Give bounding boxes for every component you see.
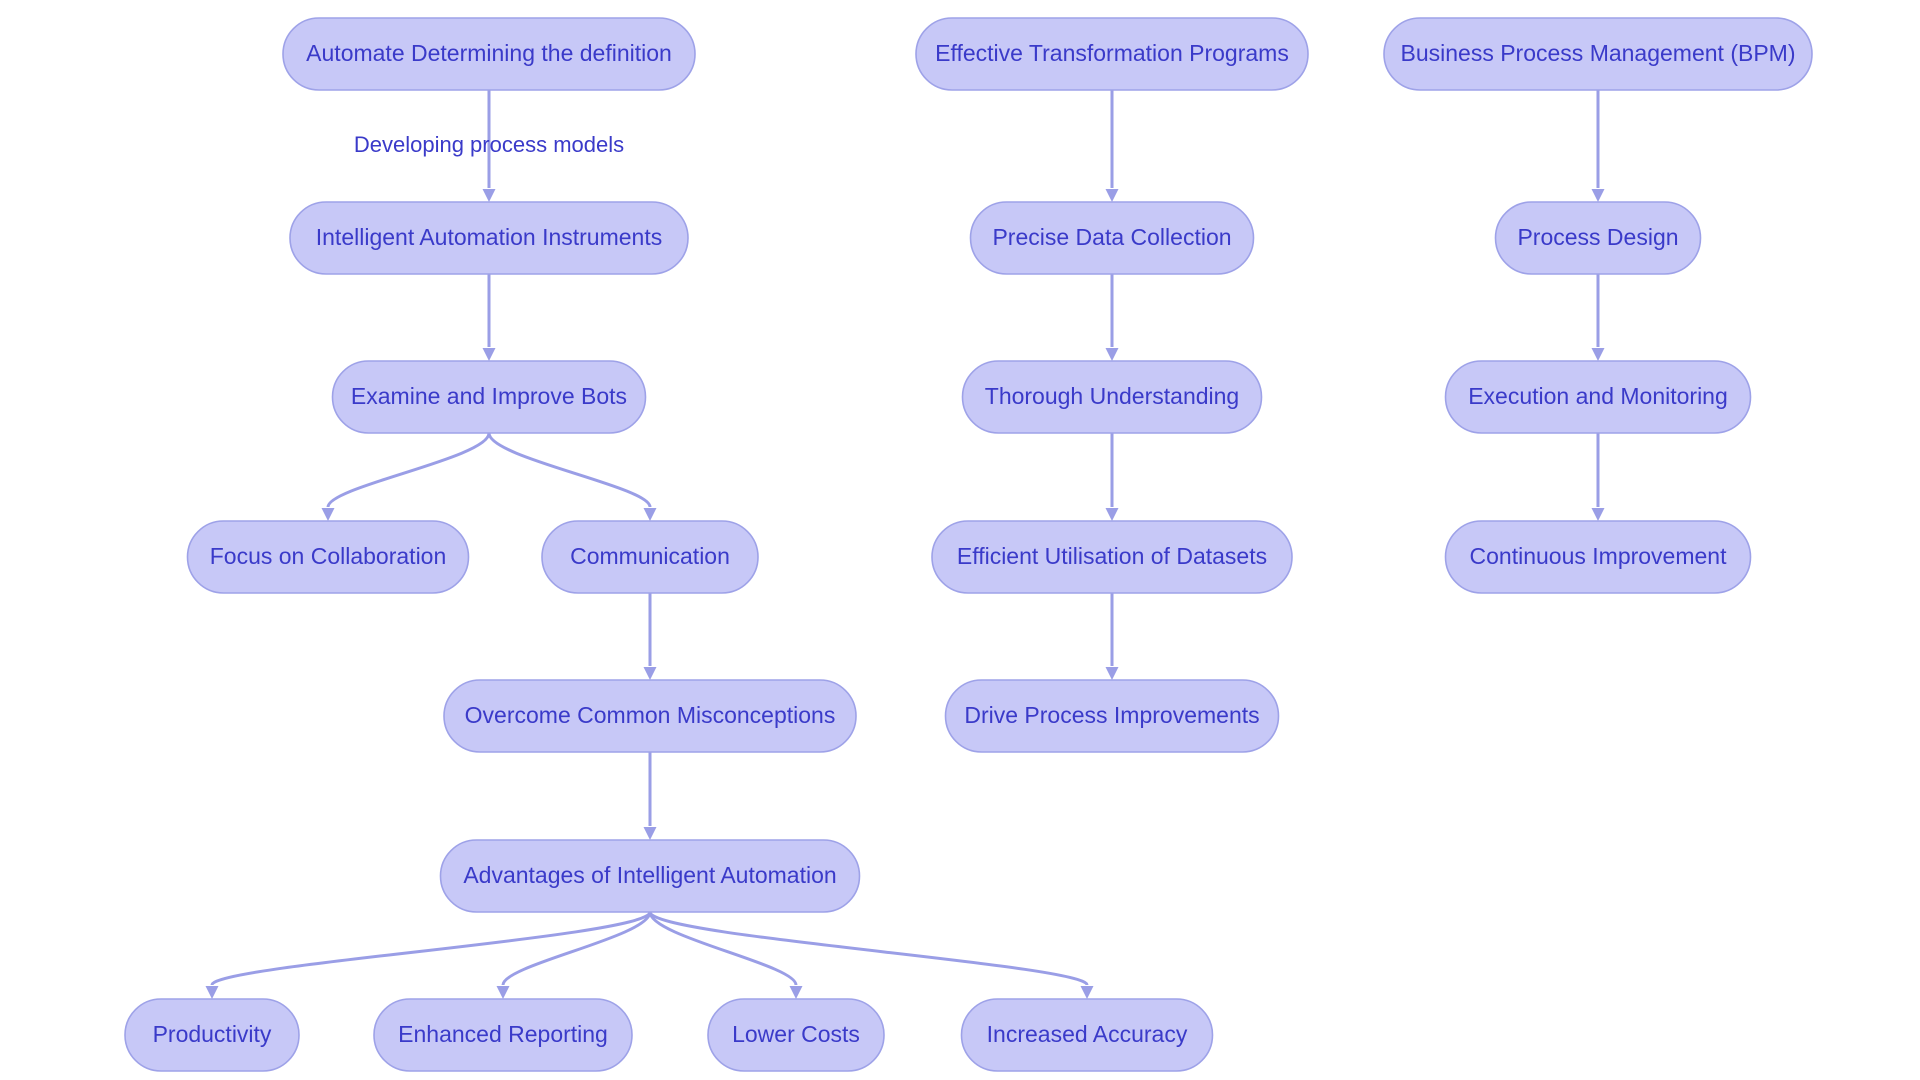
node-label: Efficient Utilisation of Datasets	[957, 543, 1267, 569]
arrowhead-icon	[643, 667, 657, 680]
arrowhead-icon	[1105, 508, 1119, 521]
node-label: Execution and Monitoring	[1468, 383, 1728, 409]
arrowhead-icon	[1591, 508, 1605, 521]
flow-node-automate_definition[interactable]: Automate Determining the definition	[282, 17, 696, 91]
flow-edge	[205, 911, 652, 999]
edge-label: Developing process models	[354, 132, 624, 157]
flow-edge	[643, 593, 657, 680]
node-label: Enhanced Reporting	[398, 1021, 608, 1047]
flow-node-lower_costs[interactable]: Lower Costs	[707, 998, 885, 1072]
edge-line	[487, 432, 652, 508]
flow-edge	[487, 432, 657, 521]
flow-node-efficient_utilisation[interactable]: Efficient Utilisation of Datasets	[931, 520, 1293, 594]
node-label: Thorough Understanding	[985, 383, 1239, 409]
flow-node-process_design[interactable]: Process Design	[1494, 201, 1702, 275]
edge-line	[326, 432, 491, 508]
edge-labels-layer: Developing process models	[354, 132, 624, 157]
node-label: Drive Process Improvements	[964, 702, 1259, 728]
flow-node-thorough_understanding[interactable]: Thorough Understanding	[961, 360, 1263, 434]
node-label: Overcome Common Misconceptions	[465, 702, 836, 728]
flow-edge	[321, 432, 491, 521]
node-label: Lower Costs	[732, 1021, 860, 1047]
flow-node-effective_transformation[interactable]: Effective Transformation Programs	[915, 17, 1309, 91]
arrowhead-icon	[482, 189, 496, 202]
arrowhead-icon	[789, 986, 803, 999]
flow-node-bpm[interactable]: Business Process Management (BPM)	[1383, 17, 1813, 91]
flow-node-execution_monitoring[interactable]: Execution and Monitoring	[1444, 360, 1752, 434]
arrowhead-icon	[1080, 986, 1094, 999]
node-label: Productivity	[153, 1021, 272, 1047]
flow-node-advantages_intelligent[interactable]: Advantages of Intelligent Automation	[439, 839, 861, 913]
flow-node-enhanced_reporting[interactable]: Enhanced Reporting	[373, 998, 633, 1072]
flow-edge	[1591, 90, 1605, 202]
flow-edge	[643, 752, 657, 840]
flow-edge	[496, 911, 652, 999]
arrowhead-icon	[321, 508, 335, 521]
node-label: Business Process Management (BPM)	[1401, 40, 1796, 66]
flow-node-continuous_improvement[interactable]: Continuous Improvement	[1444, 520, 1752, 594]
flow-node-focus_collaboration[interactable]: Focus on Collaboration	[186, 520, 470, 594]
node-label: Intelligent Automation Instruments	[316, 224, 662, 250]
node-label: Continuous Improvement	[1470, 543, 1728, 569]
flowchart-svg: Automate Determining the definition Intel…	[124, 17, 1813, 1072]
node-label: Focus on Collaboration	[210, 543, 447, 569]
flow-edge	[1105, 274, 1119, 361]
node-label: Communication	[570, 543, 730, 569]
flowchart-canvas: Automate Determining the definition Intel…	[0, 0, 1920, 1080]
flow-node-communication[interactable]: Communication	[541, 520, 759, 594]
nodes-layer: Automate Determining the definition Intel…	[124, 17, 1813, 1072]
arrowhead-icon	[205, 986, 219, 999]
flow-node-increased_accuracy[interactable]: Increased Accuracy	[960, 998, 1214, 1072]
arrowhead-icon	[643, 508, 657, 521]
arrowhead-icon	[1105, 189, 1119, 202]
flow-edge	[648, 910, 1094, 999]
arrowhead-icon	[643, 827, 657, 840]
flow-edge	[1105, 90, 1119, 202]
node-label: Automate Determining the definition	[306, 40, 672, 66]
arrowhead-icon	[496, 986, 510, 999]
flow-edge	[648, 911, 803, 999]
flow-node-precise_data_collection[interactable]: Precise Data Collection	[969, 201, 1255, 275]
flow-edge	[1591, 433, 1605, 521]
node-label: Process Design	[1517, 224, 1678, 250]
node-label: Precise Data Collection	[992, 224, 1231, 250]
arrowhead-icon	[1105, 667, 1119, 680]
flow-edge	[1105, 433, 1119, 521]
flow-node-examine_improve_bots[interactable]: Examine and Improve Bots	[331, 360, 647, 434]
arrowhead-icon	[1591, 189, 1605, 202]
arrowhead-icon	[1105, 348, 1119, 361]
arrowhead-icon	[482, 348, 496, 361]
arrowhead-icon	[1591, 348, 1605, 361]
flow-node-productivity[interactable]: Productivity	[124, 998, 300, 1072]
flow-edge	[1591, 274, 1605, 361]
node-label: Examine and Improve Bots	[351, 383, 627, 409]
flow-node-drive_process_improvements[interactable]: Drive Process Improvements	[944, 679, 1280, 753]
node-label: Effective Transformation Programs	[935, 40, 1289, 66]
flow-edge	[482, 274, 496, 361]
flow-edge	[1105, 593, 1119, 680]
flow-node-intelligent_instruments[interactable]: Intelligent Automation Instruments	[289, 201, 689, 275]
node-label: Increased Accuracy	[987, 1021, 1188, 1047]
node-label: Advantages of Intelligent Automation	[463, 862, 836, 888]
flow-node-overcome_misconceptions[interactable]: Overcome Common Misconceptions	[443, 679, 857, 753]
